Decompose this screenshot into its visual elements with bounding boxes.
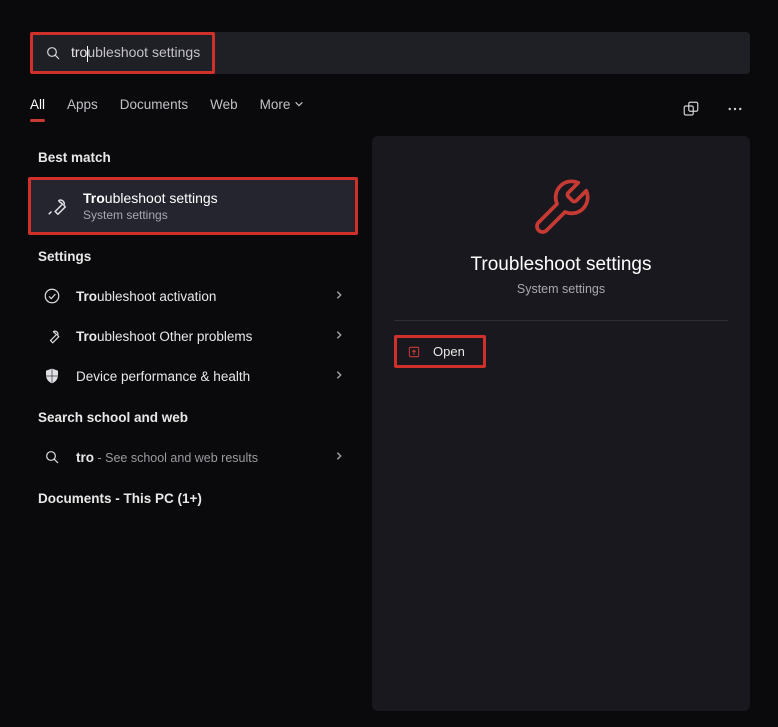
- share-icon[interactable]: [678, 96, 704, 122]
- result-label: Troubleshoot Other problems: [76, 329, 320, 344]
- section-documents: Documents - This PC (1+): [28, 477, 358, 518]
- tab-more[interactable]: More: [260, 97, 305, 122]
- search-box[interactable]: troubleshoot settings: [30, 32, 215, 74]
- section-best-match: Best match: [28, 136, 358, 177]
- divider: [394, 320, 728, 321]
- search-icon: [42, 449, 62, 465]
- tab-all[interactable]: All: [30, 97, 45, 122]
- wrench-large-icon: [529, 176, 593, 240]
- open-icon: [407, 345, 421, 359]
- wrench-icon: [45, 195, 69, 217]
- best-match-subtitle: System settings: [83, 208, 218, 222]
- result-label: Troubleshoot activation: [76, 289, 320, 304]
- settings-result-activation[interactable]: Troubleshoot activation: [28, 276, 358, 316]
- preview-title: Troubleshoot settings: [471, 254, 652, 276]
- preview-subtitle: System settings: [517, 282, 605, 296]
- chevron-right-icon: [334, 367, 344, 385]
- search-icon: [45, 45, 61, 61]
- best-match-result[interactable]: Troubleshoot settings System settings: [28, 177, 358, 235]
- open-button[interactable]: Open: [394, 335, 486, 368]
- tab-apps[interactable]: Apps: [67, 97, 98, 122]
- more-options-icon[interactable]: [722, 96, 748, 122]
- check-circle-icon: [42, 287, 62, 305]
- chevron-right-icon: [334, 448, 344, 466]
- shield-icon: [42, 367, 62, 385]
- best-match-title: Troubleshoot settings: [83, 190, 218, 206]
- search-text: troubleshoot settings: [71, 44, 200, 61]
- chevron-right-icon: [334, 327, 344, 345]
- settings-result-other-problems[interactable]: Troubleshoot Other problems: [28, 316, 358, 356]
- web-result[interactable]: tro - See school and web results: [28, 437, 358, 477]
- tab-documents[interactable]: Documents: [120, 97, 188, 122]
- settings-result-device-health[interactable]: Device performance & health: [28, 356, 358, 396]
- open-label: Open: [433, 344, 465, 359]
- result-label: tro - See school and web results: [76, 450, 320, 465]
- wrench-icon: [42, 327, 62, 345]
- chevron-down-icon: [294, 99, 304, 109]
- chevron-right-icon: [334, 287, 344, 305]
- filter-tabs: All Apps Documents Web More: [0, 74, 778, 122]
- section-settings: Settings: [28, 235, 358, 276]
- tab-web[interactable]: Web: [210, 97, 238, 122]
- result-label: Device performance & health: [76, 369, 320, 384]
- preview-pane: Troubleshoot settings System settings Op…: [372, 136, 750, 711]
- section-search-web: Search school and web: [28, 396, 358, 437]
